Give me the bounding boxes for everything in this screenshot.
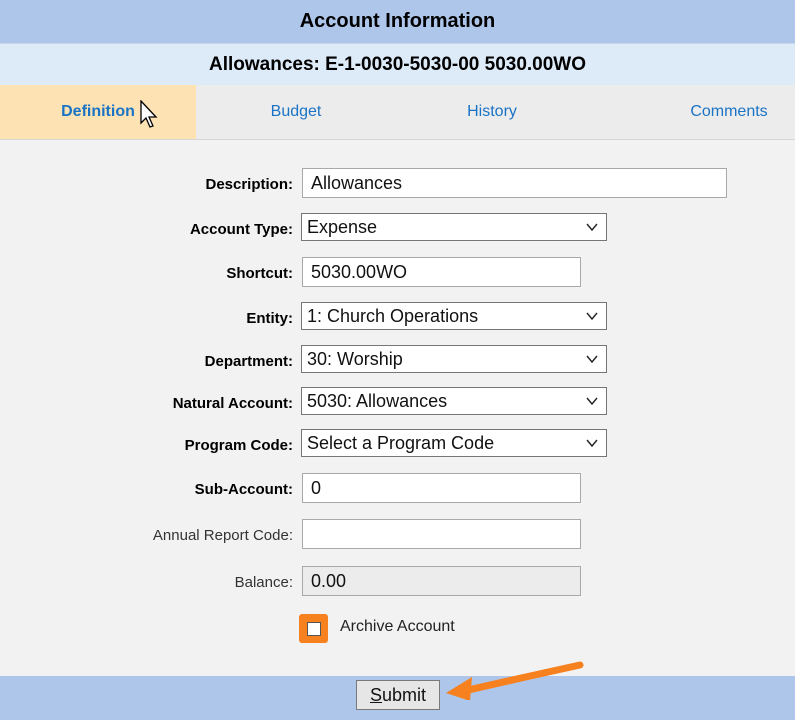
balance-row: Balance: 0.00 <box>0 566 795 598</box>
mouse-pointer-icon <box>140 100 158 128</box>
chevron-down-icon <box>586 439 598 448</box>
tab-comments[interactable]: Comments <box>662 85 795 139</box>
shortcut-row: Shortcut: 5030.00WO <box>0 257 795 289</box>
department-row: Department: 30: Worship <box>0 345 795 377</box>
department-label: Department: <box>204 352 293 370</box>
entity-label: Entity: <box>246 309 293 327</box>
entity-row: Entity: 1: Church Operations <box>0 302 795 334</box>
tab-definition[interactable]: Definition <box>0 85 196 139</box>
account-type-select[interactable]: Expense <box>301 213 607 241</box>
program-code-value: Select a Program Code <box>307 432 495 453</box>
sub-account-input[interactable]: 0 <box>302 473 581 503</box>
account-type-label: Account Type: <box>189 220 293 238</box>
chevron-down-icon <box>586 397 598 406</box>
program-code-select[interactable]: Select a Program Code <box>301 429 607 457</box>
department-value: 30: Worship <box>307 348 403 369</box>
natural-account-row: Natural Account: 5030: Allowances <box>0 387 795 419</box>
description-row: Description: Allowances <box>0 168 795 200</box>
natural-account-label: Natural Account: <box>172 394 293 412</box>
program-code-label: Program Code: <box>184 436 293 454</box>
shortcut-label: Shortcut: <box>226 264 293 282</box>
balance-label: Balance: <box>234 573 293 591</box>
chevron-down-icon <box>586 355 598 364</box>
account-type-value: Expense <box>307 216 378 237</box>
sub-account-label: Sub-Account: <box>194 480 293 498</box>
tab-budget[interactable]: Budget <box>196 85 396 139</box>
annual-report-code-row: Annual Report Code: <box>0 519 795 551</box>
submit-button[interactable]: Submit <box>356 680 440 710</box>
account-title: Allowances: E-1-0030-5030-00 5030.00WO <box>0 43 795 86</box>
archive-checkbox[interactable] <box>306 621 321 636</box>
department-select[interactable]: 30: Worship <box>301 345 607 373</box>
entity-value: 1: Church Operations <box>307 305 479 326</box>
annual-report-code-label: Annual Report Code: <box>152 526 293 544</box>
entity-select[interactable]: 1: Church Operations <box>301 302 607 330</box>
chevron-down-icon <box>586 312 598 321</box>
description-input[interactable]: Allowances <box>302 168 727 198</box>
program-code-row: Program Code: Select a Program Code <box>0 429 795 461</box>
natural-account-select[interactable]: 5030: Allowances <box>301 387 607 415</box>
sub-account-row: Sub-Account: 0 <box>0 473 795 505</box>
archive-checkbox-highlight <box>299 614 328 643</box>
account-type-row: Account Type: Expense <box>0 213 795 245</box>
tab-bar: Definition Budget History Comments <box>0 85 795 140</box>
chevron-down-icon <box>586 223 598 232</box>
archive-label: Archive Account <box>340 618 455 635</box>
tab-history[interactable]: History <box>396 85 588 139</box>
natural-account-value: 5030: Allowances <box>307 390 448 411</box>
balance-field: 0.00 <box>302 566 581 596</box>
annual-report-code-input[interactable] <box>302 519 581 549</box>
submit-accesskey: S <box>369 684 382 705</box>
shortcut-input[interactable]: 5030.00WO <box>302 257 581 287</box>
window-title: Account Information <box>0 0 795 43</box>
annotation-arrow-icon <box>446 661 584 700</box>
description-label: Description: <box>205 175 293 193</box>
submit-label: ubmit <box>382 684 427 705</box>
